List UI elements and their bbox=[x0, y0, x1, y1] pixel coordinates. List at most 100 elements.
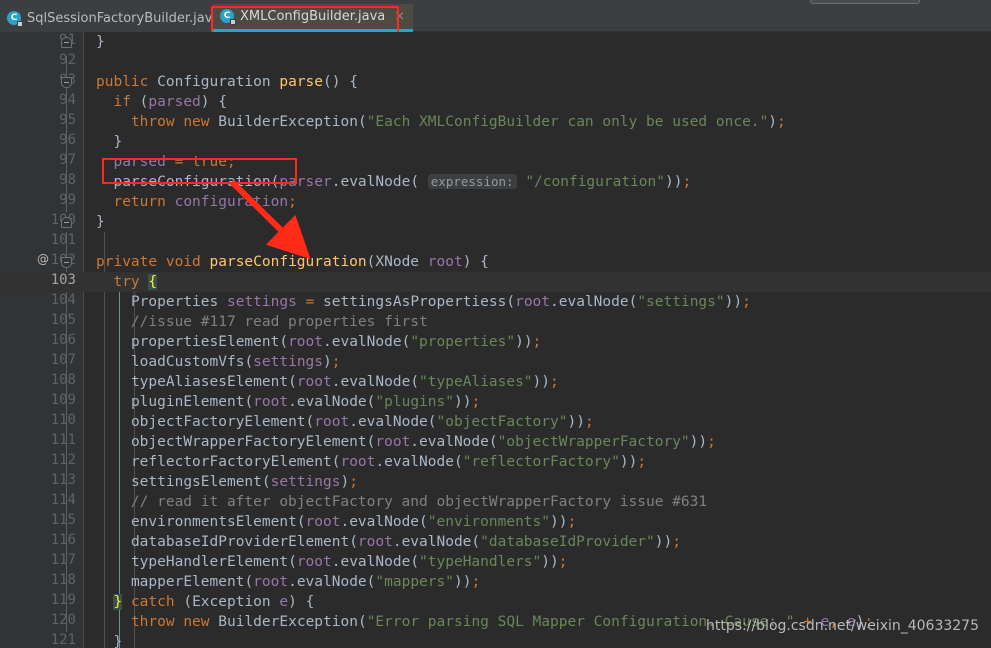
line-number: 114 bbox=[50, 492, 76, 508]
code-line[interactable]: mapperElement(root.evalNode("mappers")); bbox=[84, 572, 991, 592]
code-content[interactable]: } public Configuration parse() { if (pars… bbox=[84, 32, 991, 648]
gutter-row[interactable]: 107 bbox=[0, 352, 84, 372]
line-number: 92 bbox=[59, 52, 76, 68]
code-line[interactable]: loadCustomVfs(settings); bbox=[84, 352, 991, 372]
line-number: 117 bbox=[50, 552, 76, 568]
fold-toggle-icon[interactable] bbox=[61, 37, 72, 48]
code-editor[interactable]: 9192 9394 9596979899 100101 102@103104 105106… bbox=[0, 32, 991, 648]
gutter-row[interactable]: 99 bbox=[0, 192, 84, 212]
code-line[interactable]: private void parseConfiguration(XNode ro… bbox=[84, 252, 991, 272]
gutter-row[interactable]: 105 bbox=[0, 312, 84, 332]
code-line[interactable]: typeAliasesElement(root.evalNode("typeAl… bbox=[84, 372, 991, 392]
gutter-row[interactable]: 117 bbox=[0, 552, 84, 572]
code-line-text: environmentsElement(root.evalNode("envir… bbox=[130, 514, 577, 530]
code-line[interactable]: Properties settings = settingsAsProperti… bbox=[84, 292, 991, 312]
gutter-row[interactable]: 113 bbox=[0, 472, 84, 492]
gutter-row[interactable]: 115 bbox=[0, 512, 84, 532]
gutter-row[interactable]: 121 bbox=[0, 632, 84, 648]
code-line[interactable]: throw new BuilderException("Each XMLConf… bbox=[84, 112, 991, 132]
code-line[interactable]: parseConfiguration(parser.evalNode( expr… bbox=[84, 172, 991, 192]
code-line-text: settingsElement(settings); bbox=[130, 474, 358, 490]
code-line[interactable]: public Configuration parse() { bbox=[84, 72, 991, 92]
gutter-row[interactable]: 103 bbox=[0, 272, 84, 292]
code-line[interactable]: databaseIdProviderElement(root.evalNode(… bbox=[84, 532, 991, 552]
line-number: 106 bbox=[50, 332, 76, 348]
code-line[interactable]: //issue #117 read properties first bbox=[84, 312, 991, 332]
gutter-row[interactable]: 120 bbox=[0, 612, 84, 632]
gutter-row[interactable]: 110 bbox=[0, 412, 84, 432]
line-number: 113 bbox=[50, 472, 76, 488]
gutter-row[interactable]: 93 bbox=[0, 72, 84, 92]
editor-gutter[interactable]: 9192 9394 9596979899 100101 102@103104 105106… bbox=[0, 32, 84, 648]
code-line[interactable]: propertiesElement(root.evalNode("propert… bbox=[84, 332, 991, 352]
code-line-text: } catch (Exception e) { bbox=[113, 594, 315, 610]
gutter-row[interactable]: 98 bbox=[0, 172, 84, 192]
code-line[interactable]: pluginElement(root.evalNode("plugins")); bbox=[84, 392, 991, 412]
line-number: 104 bbox=[50, 292, 76, 308]
code-line[interactable]: } bbox=[84, 632, 991, 648]
line-number: 94 bbox=[59, 92, 76, 108]
gutter-row[interactable]: 92 bbox=[0, 52, 84, 72]
code-line[interactable]: environmentsElement(root.evalNode("envir… bbox=[84, 512, 991, 532]
gutter-row[interactable]: 118 bbox=[0, 572, 84, 592]
tab-sqlsessionfactorybuilder[interactable]: C SqlSessionFactoryBuilder.java × bbox=[0, 4, 249, 32]
code-line-text: Properties settings = settingsAsProperti… bbox=[130, 294, 751, 310]
code-line[interactable]: if (parsed) { bbox=[84, 92, 991, 112]
code-line[interactable]: return configuration; bbox=[84, 192, 991, 212]
code-line[interactable]: typeHandlerElement(root.evalNode("typeHa… bbox=[84, 552, 991, 572]
code-line[interactable] bbox=[84, 52, 991, 72]
gutter-row[interactable]: 104 bbox=[0, 292, 84, 312]
code-line-text: } bbox=[113, 134, 123, 150]
gutter-row[interactable]: 112 bbox=[0, 452, 84, 472]
code-line-text: reflectorFactoryElement(root.evalNode("r… bbox=[130, 454, 647, 470]
code-line[interactable]: } bbox=[84, 32, 991, 52]
gutter-row[interactable]: 101 bbox=[0, 232, 84, 252]
gutter-row[interactable]: 95 bbox=[0, 112, 84, 132]
gutter-row[interactable]: 100 bbox=[0, 212, 84, 232]
tab-xmlconfigbuilder[interactable]: C XMLConfigBuilder.java × bbox=[213, 4, 414, 32]
code-line[interactable]: // read it after objectFactory and objec… bbox=[84, 492, 991, 512]
gutter-row[interactable]: 106 bbox=[0, 332, 84, 352]
gutter-row[interactable]: 116 bbox=[0, 532, 84, 552]
gutter-row[interactable]: 119 bbox=[0, 592, 84, 612]
gutter-row[interactable]: 114 bbox=[0, 492, 84, 512]
gutter-row[interactable]: 109 bbox=[0, 392, 84, 412]
gutter-row[interactable]: 91 bbox=[0, 32, 84, 52]
gutter-row[interactable]: 96 bbox=[0, 132, 84, 152]
code-line[interactable]: parsed = true; bbox=[84, 152, 991, 172]
code-line-text: parseConfiguration(parser.evalNode( expr… bbox=[113, 174, 692, 190]
line-number: 120 bbox=[50, 612, 76, 628]
gutter-row[interactable]: 97 bbox=[0, 152, 84, 172]
fold-toggle-icon[interactable] bbox=[61, 257, 72, 268]
code-line[interactable]: reflectorFactoryElement(root.evalNode("r… bbox=[84, 452, 991, 472]
code-line[interactable]: objectFactoryElement(root.evalNode("obje… bbox=[84, 412, 991, 432]
close-icon[interactable]: × bbox=[394, 9, 405, 24]
code-line-text: public Configuration parse() { bbox=[96, 74, 358, 90]
code-line-text: if (parsed) { bbox=[113, 94, 227, 110]
code-line[interactable]: settingsElement(settings); bbox=[84, 472, 991, 492]
code-line-text: try { bbox=[113, 274, 158, 290]
gutter-row[interactable]: 108 bbox=[0, 372, 84, 392]
fold-toggle-icon[interactable] bbox=[61, 77, 72, 88]
code-line-text: //issue #117 read properties first bbox=[130, 314, 428, 330]
code-line[interactable]: } bbox=[84, 132, 991, 152]
code-line[interactable]: try { bbox=[84, 272, 991, 292]
code-line-text: throw new BuilderException("Each XMLConf… bbox=[130, 114, 786, 130]
annotation-marker-icon[interactable]: @ bbox=[36, 252, 50, 266]
line-number: 99 bbox=[59, 192, 76, 208]
gutter-row[interactable]: 102@ bbox=[0, 252, 84, 272]
code-line-text: return configuration; bbox=[113, 194, 297, 210]
code-line[interactable]: objectWrapperFactoryElement(root.evalNod… bbox=[84, 432, 991, 452]
gutter-row[interactable]: 94 bbox=[0, 92, 84, 112]
code-line[interactable] bbox=[84, 232, 991, 252]
fold-toggle-icon[interactable] bbox=[61, 217, 72, 228]
gutter-row[interactable]: 111 bbox=[0, 432, 84, 452]
code-line[interactable]: } catch (Exception e) { bbox=[84, 592, 991, 612]
code-line-text: typeAliasesElement(root.evalNode("typeAl… bbox=[130, 374, 559, 390]
code-line-text: } bbox=[96, 214, 105, 230]
code-line[interactable]: } bbox=[84, 212, 991, 232]
code-line-text: parsed = true; bbox=[113, 154, 236, 170]
line-number: 101 bbox=[50, 232, 76, 248]
